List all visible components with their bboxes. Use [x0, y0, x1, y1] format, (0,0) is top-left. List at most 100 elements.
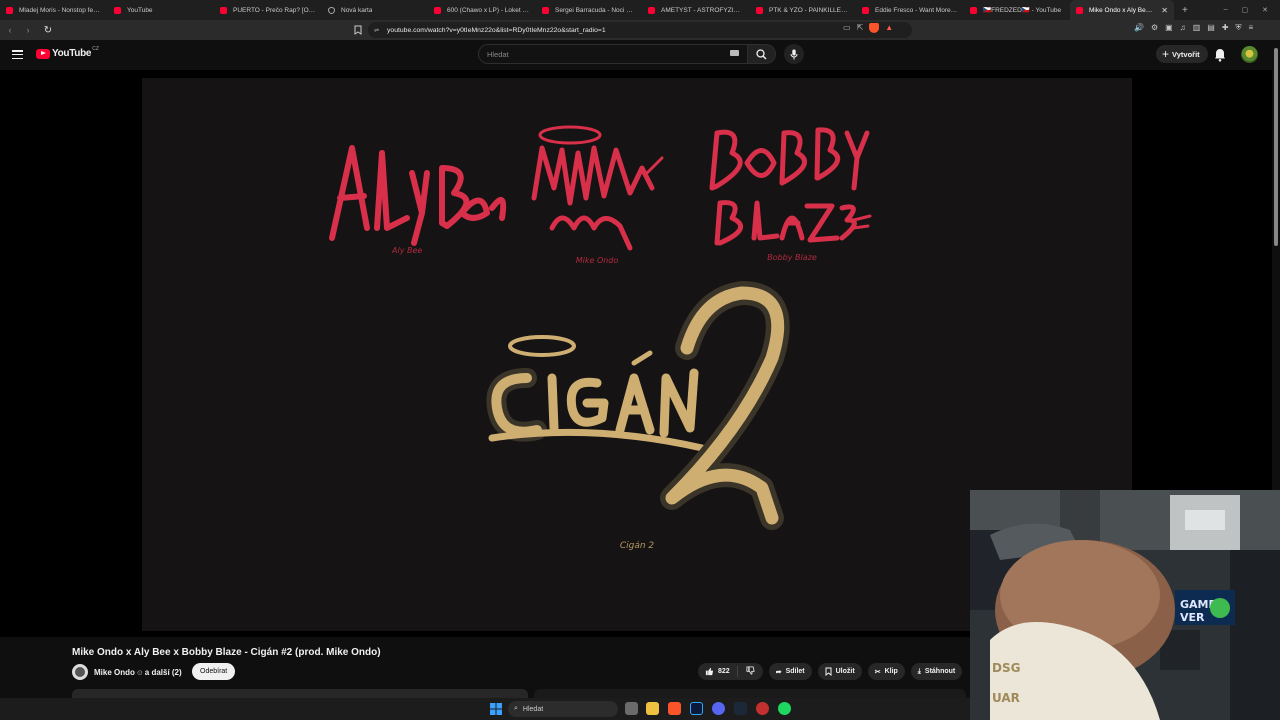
youtube-play-icon — [36, 48, 50, 59]
close-tab-icon[interactable]: ✕ — [1161, 6, 1168, 15]
download-icon: ⤓ — [917, 667, 921, 675]
art-title: Cigán 2 — [620, 541, 655, 551]
account-avatar[interactable] — [1241, 46, 1258, 63]
install-app-icon[interactable]: ▭ — [843, 23, 851, 33]
youtube-logo[interactable]: YouTube CZ — [36, 45, 99, 59]
search-input[interactable]: Hledat — [478, 44, 748, 64]
browser-tab[interactable]: YouTube — [108, 0, 214, 20]
tab-title: Nová karta — [341, 6, 373, 14]
collaborators-label[interactable]: a další (2) — [145, 668, 182, 677]
search-icon — [756, 48, 767, 59]
extension-icon[interactable]: ⚙ — [1151, 23, 1158, 33]
browser-tab[interactable]: Mladej Moris - Nonstop feat. ... — [0, 0, 108, 20]
file-explorer-icon[interactable] — [646, 702, 659, 715]
youtube-icon — [862, 6, 869, 14]
verified-icon: ⊙ — [136, 670, 143, 677]
download-label: Stáhnout — [924, 668, 956, 675]
download-button[interactable]: ⤓ Stáhnout — [910, 663, 963, 680]
taskbar-search[interactable]: ⌕ Hledat — [508, 701, 618, 717]
search-button[interactable] — [748, 44, 776, 64]
wallet-icon[interactable]: ▣ — [1165, 23, 1173, 33]
video-actions: 822 ➦ Sdílet Uložit ✂ Klip ⤓ Stáhnout — [698, 663, 963, 680]
extensions-puzzle-icon[interactable]: ✚ — [1222, 23, 1229, 33]
notifications-bell-icon[interactable] — [1214, 48, 1226, 62]
taskbar-search-label: Hledat — [522, 705, 544, 713]
scissors-icon: ✂ — [874, 668, 881, 676]
bookmark-icon[interactable] — [352, 23, 364, 37]
browser-tab-bar: Mladej Moris - Nonstop feat. ... YouTube P… — [0, 0, 1280, 20]
channel-name-row[interactable]: Mike Ondo ⊙ a další (2) — [94, 668, 182, 677]
share-button[interactable]: ➦ Sdílet — [768, 663, 812, 680]
subscribe-button[interactable]: Odebírat — [192, 663, 236, 680]
youtube-icon — [220, 6, 227, 14]
windows-start-icon[interactable] — [490, 703, 502, 715]
new-tab-button[interactable]: + — [1174, 5, 1196, 16]
browser-tab[interactable]: 🇨🇿FREDZED🇨🇿 - YouTube — [964, 0, 1070, 20]
youtube-icon — [648, 6, 655, 14]
youtube-icon — [542, 6, 549, 14]
page-scrollbar-thumb[interactable] — [1274, 48, 1278, 246]
photoshop-icon[interactable] — [690, 702, 703, 715]
browser-tab[interactable]: Mike Ondo x Aly Bee x ... ✕ — [1070, 0, 1174, 20]
url-field[interactable]: ⇌ youtube.com/watch?v=y0tIeMnz22o&list=R… — [368, 22, 912, 38]
guide-menu-icon[interactable] — [12, 50, 23, 59]
tab-title: 600 (Chawo x LP) - Loket [Off... — [447, 6, 530, 14]
close-window-icon[interactable]: ✕ — [1262, 6, 1268, 14]
discord-icon[interactable] — [712, 702, 725, 715]
youtube-icon — [6, 6, 13, 14]
brave-browser-icon[interactable] — [668, 702, 681, 715]
forward-icon[interactable]: › — [20, 22, 36, 38]
like-count: 822 — [718, 668, 730, 675]
clip-button[interactable]: ✂ Klip — [867, 663, 905, 680]
like-dislike-group: 822 — [698, 663, 763, 680]
save-button[interactable]: Uložit — [817, 663, 862, 680]
menu-icon[interactable]: ≡ — [1249, 23, 1254, 33]
minimize-icon[interactable]: – — [1224, 6, 1228, 14]
voice-search-button[interactable] — [784, 44, 804, 64]
country-code: CZ — [92, 45, 99, 52]
channel-name[interactable]: Mike Ondo — [94, 668, 135, 677]
windows-taskbar: ⌕ Hledat — [0, 698, 970, 720]
steam-icon[interactable] — [734, 702, 747, 715]
media-icon[interactable]: ♫ — [1180, 23, 1186, 33]
tab-title: Eddie Fresco - Want More ft. ... — [875, 6, 958, 14]
share-label: Sdílet — [785, 668, 805, 675]
site-info-icon[interactable]: ⇌ — [374, 27, 379, 34]
brave-rewards-icon[interactable]: ▲ — [885, 23, 893, 33]
create-button[interactable]: + Vytvořit — [1156, 45, 1208, 63]
browser-tab[interactable]: PUERTO - Prečo Rap? [Official ... — [214, 0, 322, 20]
like-button[interactable]: 822 — [698, 666, 738, 677]
back-icon[interactable]: ‹ — [2, 22, 18, 38]
svg-text:UAR: UAR — [992, 691, 1020, 705]
browser-tab[interactable]: Nová karta — [322, 0, 428, 20]
tab-strip: Mladej Moris - Nonstop feat. ... YouTube P… — [0, 0, 1174, 20]
browser-tab[interactable]: AMETYST - ASTROFYZIK - You... — [642, 0, 750, 20]
maximize-icon[interactable]: ▢ — [1242, 6, 1249, 14]
spotify-icon[interactable] — [778, 702, 791, 715]
channel-avatar[interactable] — [72, 664, 88, 680]
share-page-icon[interactable]: ⇱ — [857, 23, 864, 33]
vpn-icon[interactable]: ⛨ — [1236, 23, 1242, 33]
plus-icon: + — [1162, 47, 1170, 61]
tabs-icon[interactable]: ▤ — [1207, 23, 1215, 33]
keyboard-icon[interactable] — [730, 50, 739, 56]
youtube-header: YouTube CZ Hledat + Vytvořit — [0, 40, 1280, 70]
youtube-icon — [434, 6, 441, 14]
browser-tab[interactable]: Sergei Barracuda - Noci beze ... — [536, 0, 642, 20]
sidebar-icon[interactable]: ▥ — [1193, 23, 1201, 33]
dislike-button[interactable] — [738, 666, 763, 677]
tab-title: 🇨🇿FREDZED🇨🇿 - YouTube — [983, 7, 1062, 14]
audio-playing-icon[interactable]: 🔊 — [1134, 23, 1144, 33]
browser-tab[interactable]: PTK & YZO - PAINKILLERS feat. — [750, 0, 856, 20]
bookmark-save-icon — [825, 667, 832, 676]
share-icon: ➦ — [775, 668, 782, 676]
tab-title: Mike Ondo x Aly Bee x ... — [1089, 6, 1156, 14]
reload-icon[interactable]: ↻ — [40, 22, 56, 38]
brave-shields-icon[interactable] — [869, 23, 880, 33]
app-icon[interactable] — [756, 702, 769, 715]
task-view-icon[interactable] — [625, 702, 638, 715]
youtube-icon — [114, 6, 121, 14]
browser-tab[interactable]: Eddie Fresco - Want More ft. ... — [856, 0, 964, 20]
browser-tab[interactable]: 600 (Chawo x LP) - Loket [Off... — [428, 0, 536, 20]
svg-text:DSG: DSG — [992, 661, 1020, 675]
